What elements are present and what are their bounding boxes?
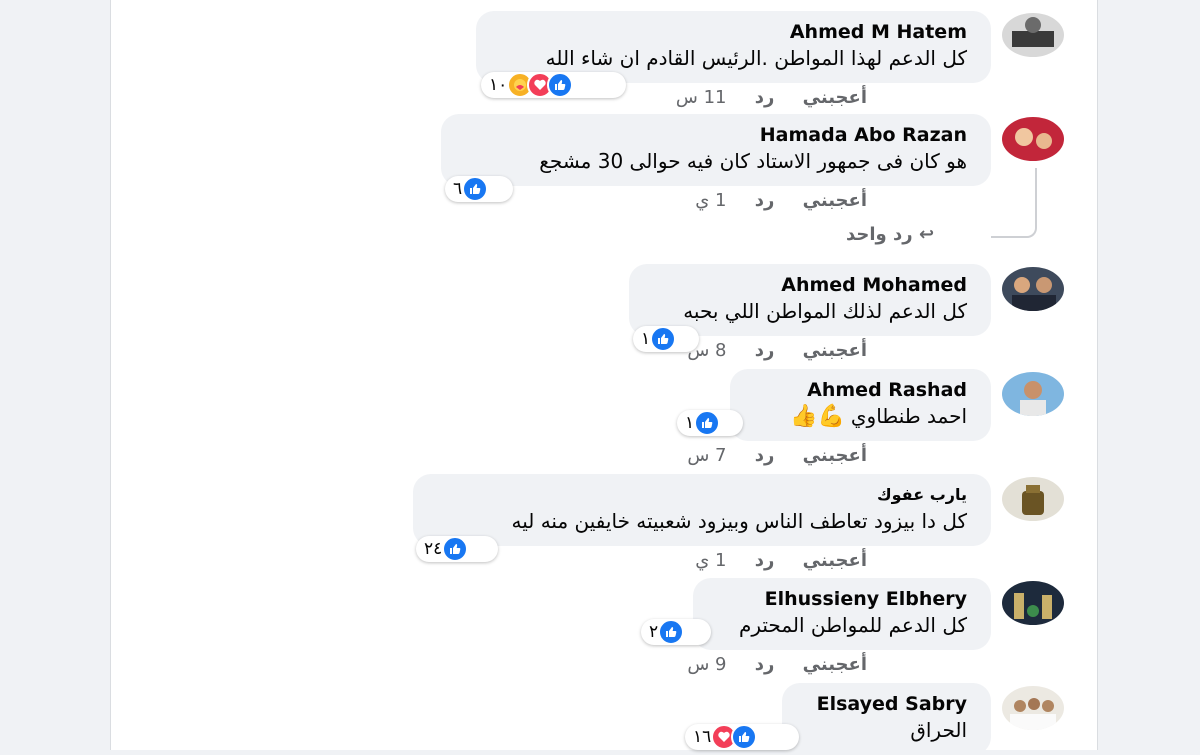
like-action[interactable]: أعجبني — [803, 87, 867, 108]
reaction-count: ١ — [685, 413, 695, 433]
comment-text: هو كان فى جمهور الاستاد كان فيه حوالى 30… — [539, 149, 967, 173]
comment-bubble: Elhussieny Elbhery كل الدعم للمواطن المح… — [693, 578, 991, 650]
avatar[interactable] — [1002, 581, 1064, 625]
comment-text: كل الدعم لهذا المواطن .الرئيس القادم ان … — [545, 46, 967, 70]
reaction-count: ١٠ — [489, 75, 508, 95]
reaction-count: ١ — [641, 329, 651, 349]
reactions-summary[interactable]: ٦ — [445, 176, 513, 202]
commenter-name[interactable]: Ahmed M Hatem — [488, 20, 967, 44]
comment-actions: أعجبني رد 11 س — [654, 87, 867, 108]
like-action[interactable]: أعجبني — [803, 654, 867, 675]
view-replies-link[interactable]: ↪ رد واحد — [846, 224, 934, 245]
thumbs-up-icon — [658, 619, 685, 645]
comment-actions: أعجبني رد 9 س — [665, 654, 867, 675]
commenter-name[interactable]: Ahmed Rashad — [742, 378, 967, 402]
comment-bubble: Ahmed Rashad احمد طنطاوي💪👍 — [730, 369, 991, 441]
commenter-name[interactable]: Elhussieny Elbhery — [705, 587, 967, 611]
reply-action[interactable]: رد — [755, 445, 775, 466]
reactions-summary[interactable]: ٢ — [641, 619, 711, 645]
thumbs-up-icon — [442, 536, 469, 562]
comment-time[interactable]: 8 س — [687, 340, 726, 361]
like-action[interactable]: أعجبني — [803, 190, 867, 211]
commenter-name[interactable]: Ahmed Mohamed — [641, 273, 967, 297]
commenter-name[interactable]: Elsayed Sabry — [794, 692, 967, 716]
reply-action[interactable]: رد — [755, 654, 775, 675]
avatar[interactable] — [1002, 372, 1064, 416]
comment-time[interactable]: 9 س — [687, 654, 726, 675]
comment-text: كل دا بيزود تعاطف الناس وبيزود شعبيته خا… — [511, 509, 968, 533]
like-action[interactable]: أعجبني — [803, 445, 867, 466]
comment-text: كل الدعم للمواطن المحترم — [738, 613, 967, 637]
comments-panel: Ahmed M Hatem كل الدعم لهذا المواطن .الر… — [110, 0, 1098, 755]
comment-time[interactable]: 11 س — [676, 87, 727, 108]
reaction-count: ٢٤ — [424, 539, 443, 559]
emoji-muscle-thumbs: 💪👍 — [790, 404, 845, 429]
comment-bubble: Elsayed Sabry الحراق — [782, 683, 991, 755]
avatar[interactable] — [1002, 686, 1064, 730]
like-action[interactable]: أعجبني — [803, 550, 867, 571]
reactions-summary[interactable]: ١٠ — [481, 72, 626, 98]
commenter-name[interactable]: يارب عفوك — [425, 483, 967, 507]
comment-time[interactable]: 1 ي — [695, 550, 726, 571]
reactions-summary[interactable]: ١٦ — [685, 724, 799, 750]
reaction-count: ٢ — [649, 622, 659, 642]
reactions-summary[interactable]: ١ — [677, 410, 743, 436]
reaction-count: ٦ — [453, 179, 463, 199]
reactions-summary[interactable]: ٢٤ — [416, 536, 498, 562]
comment-actions: أعجبني رد 7 س — [665, 445, 867, 466]
comment-text: كل الدعم لذلك المواطن اللي بحبه — [683, 299, 967, 323]
reply-action[interactable]: رد — [755, 190, 775, 211]
reply-action[interactable]: رد — [755, 87, 775, 108]
reaction-count: ١٦ — [693, 727, 712, 747]
comment-actions: أعجبني رد 1 ي — [673, 190, 867, 211]
comment-actions: أعجبني رد 1 ي — [673, 550, 867, 571]
comment-actions: أعجبني رد 8 س — [665, 340, 867, 361]
replies-count-label: رد واحد — [846, 224, 913, 245]
comment-text: الحراق — [910, 718, 967, 742]
avatar[interactable] — [1002, 117, 1064, 161]
avatar[interactable] — [1002, 267, 1064, 311]
thumbs-up-icon — [731, 724, 758, 750]
avatar[interactable] — [1002, 13, 1064, 57]
comment-text-body: احمد طنطاوي — [850, 404, 967, 428]
thumbs-up-icon — [694, 410, 721, 436]
avatar[interactable] — [1002, 477, 1064, 521]
comment-bubble: يارب عفوك كل دا بيزود تعاطف الناس وبيزود… — [413, 474, 991, 546]
thumbs-up-icon — [462, 176, 489, 202]
thumbs-up-icon — [547, 72, 574, 98]
reply-arrow-icon: ↪ — [918, 224, 934, 245]
comment-text: احمد طنطاوي💪👍 — [742, 402, 967, 431]
comment-bubble: Hamada Abo Razan هو كان فى جمهور الاستاد… — [441, 114, 991, 186]
like-action[interactable]: أعجبني — [803, 340, 867, 361]
reply-action[interactable]: رد — [755, 340, 775, 361]
comment-time[interactable]: 1 ي — [695, 190, 726, 211]
reply-action[interactable]: رد — [755, 550, 775, 571]
thread-connector — [991, 168, 1037, 238]
commenter-name[interactable]: Hamada Abo Razan — [453, 123, 967, 147]
comment-time[interactable]: 7 س — [687, 445, 726, 466]
